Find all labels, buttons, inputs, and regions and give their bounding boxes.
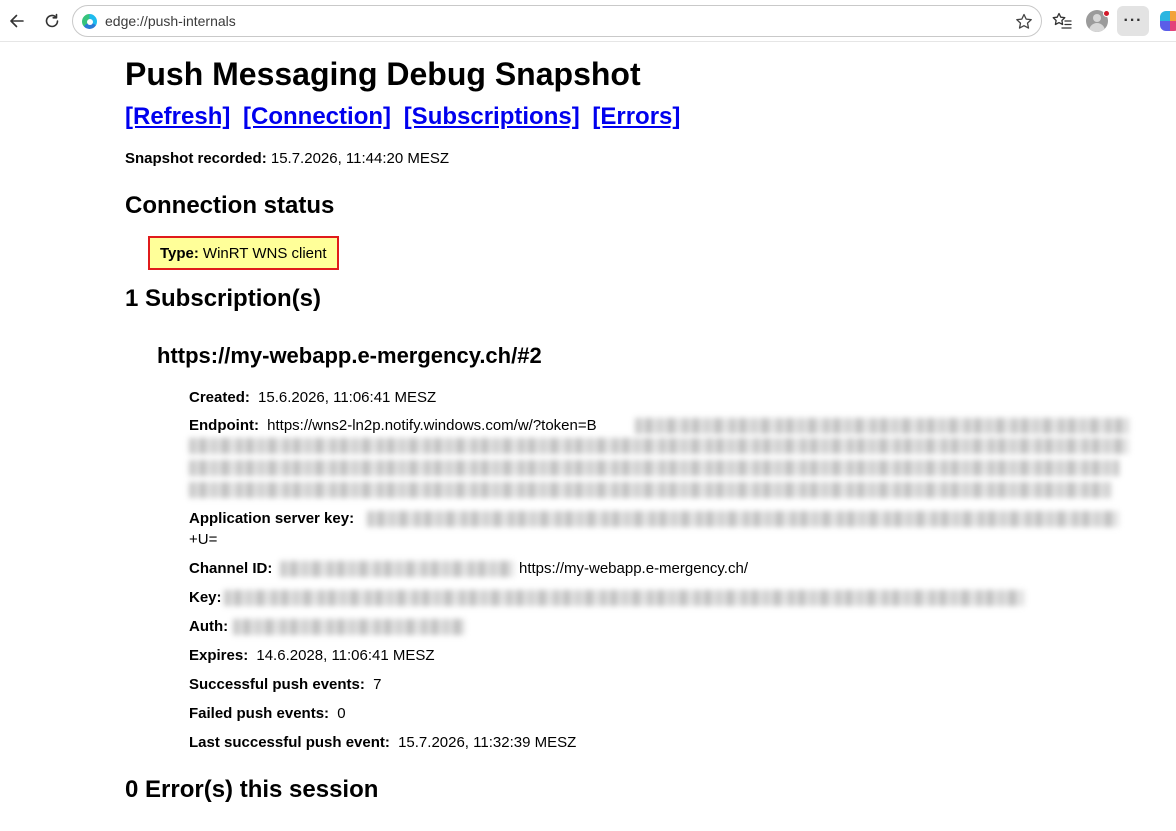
copilot-icon[interactable] xyxy=(1160,11,1176,31)
page-title: Push Messaging Debug Snapshot xyxy=(125,56,641,92)
created-label: Created: xyxy=(189,389,250,406)
connection-type-box: Type: WinRT WNS client xyxy=(148,236,339,270)
expires-label: Expires: xyxy=(189,647,249,664)
section-nav: [Refresh] [Connection] [Subscriptions] [… xyxy=(125,102,686,132)
type-label: Type: xyxy=(160,244,199,262)
subscriptions-link[interactable]: [Subscriptions] xyxy=(404,103,580,130)
endpoint-redacted xyxy=(189,438,1129,454)
failed-value: 0 xyxy=(337,705,346,722)
favorites-button[interactable] xyxy=(1047,7,1077,35)
endpoint-redacted xyxy=(189,482,1111,498)
errors-heading: 0 Error(s) this session xyxy=(125,776,379,803)
url-text[interactable]: edge://push-internals xyxy=(105,13,236,29)
connection-link[interactable]: [Connection] xyxy=(243,103,391,130)
last-value: 15.7.2026, 11:32:39 MESZ xyxy=(398,734,577,751)
snapshot-value: 15.7.2026, 11:44:20 MESZ xyxy=(270,150,450,167)
channel-suffix: https://my-webapp.e-mergency.ch/ xyxy=(519,560,748,577)
address-bar[interactable]: edge://push-internals xyxy=(72,5,1042,37)
auth-label: Auth: xyxy=(189,618,229,635)
expires-field: Expires: 14.6.2028, 11:06:41 MESZ xyxy=(189,646,1129,666)
app-key-label: Application server key: xyxy=(189,510,355,527)
endpoint-redacted xyxy=(189,460,1119,476)
success-value: 7 xyxy=(373,676,382,693)
ellipsis-icon: ··· xyxy=(1123,12,1143,29)
failed-events-field: Failed push events: 0 xyxy=(189,704,1129,724)
app-key-redacted xyxy=(367,511,1119,527)
errors-link[interactable]: [Errors] xyxy=(592,103,680,130)
browser-toolbar: edge://push-internals ··· xyxy=(0,0,1176,42)
settings-more-button[interactable]: ··· xyxy=(1117,6,1149,36)
endpoint-label: Endpoint: xyxy=(189,417,259,434)
connection-heading: Connection status xyxy=(125,192,335,219)
channel-id-redacted xyxy=(280,561,514,577)
success-label: Successful push events: xyxy=(189,676,365,693)
snapshot-recorded: Snapshot recorded: 15.7.2026, 11:44:20 M… xyxy=(125,150,449,167)
key-label: Key: xyxy=(189,589,222,606)
snapshot-label: Snapshot recorded: xyxy=(125,150,267,167)
channel-label: Channel ID: xyxy=(189,560,273,577)
edge-logo-icon xyxy=(82,14,97,29)
last-push-field: Last successful push event: 15.7.2026, 1… xyxy=(189,733,1129,753)
endpoint-redacted xyxy=(635,418,1129,434)
subscriptions-heading: 1 Subscription(s) xyxy=(125,285,322,312)
favorites-list-icon xyxy=(1052,12,1072,29)
endpoint-value: https://wns2-ln2p.notify.windows.com/w/?… xyxy=(267,417,597,434)
reload-icon xyxy=(45,13,59,28)
last-label: Last successful push event: xyxy=(189,734,390,751)
type-value: WinRT WNS client xyxy=(202,244,327,262)
created-value: 15.6.2026, 11:06:41 MESZ xyxy=(258,389,437,406)
app-key-tail: +U= xyxy=(189,531,218,548)
back-button[interactable] xyxy=(2,7,32,35)
reload-button[interactable] xyxy=(37,7,67,35)
refresh-link[interactable]: [Refresh] xyxy=(125,103,230,130)
notification-dot xyxy=(1103,10,1110,17)
key-redacted xyxy=(224,590,1024,606)
favorite-star-button[interactable] xyxy=(1013,11,1035,33)
successful-events-field: Successful push events: 7 xyxy=(189,675,1129,695)
failed-label: Failed push events: xyxy=(189,705,330,722)
auth-redacted xyxy=(233,619,465,635)
subscription-title: https://my-webapp.e-mergency.ch/#2 xyxy=(157,343,542,368)
star-icon xyxy=(1016,13,1032,29)
arrow-left-icon xyxy=(10,14,24,28)
created-field: Created: 15.6.2026, 11:06:41 MESZ xyxy=(189,388,1129,408)
expires-value: 14.6.2028, 11:06:41 MESZ xyxy=(256,647,435,664)
